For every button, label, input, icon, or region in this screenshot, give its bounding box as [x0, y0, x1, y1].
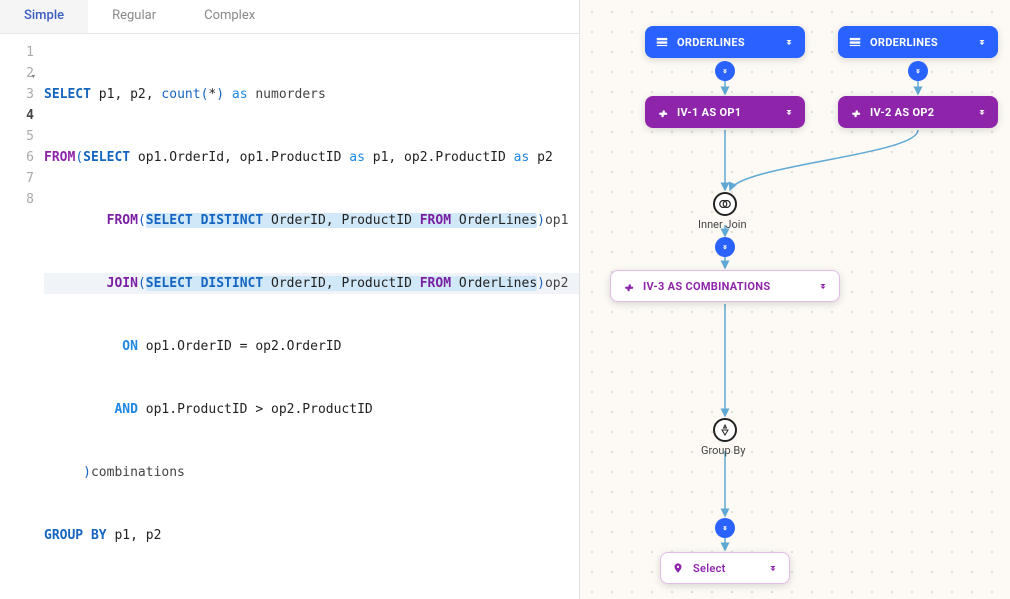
tab-simple[interactable]: Simple	[0, 0, 88, 33]
connector-icon	[715, 61, 735, 81]
node-inner-join[interactable]	[713, 192, 737, 216]
node-iv3[interactable]: IV-3 AS COMBINATIONS	[610, 270, 840, 302]
table-icon	[848, 35, 862, 49]
node-label: Inner Join	[698, 218, 747, 231]
chevron-down-icon[interactable]	[783, 36, 795, 48]
connector-icon	[715, 237, 735, 257]
node-label: IV-2 AS OP2	[870, 106, 934, 119]
connector-icon	[715, 518, 735, 538]
chevron-down-icon[interactable]	[783, 106, 795, 118]
select-icon	[671, 561, 685, 575]
tab-regular[interactable]: Regular	[88, 0, 180, 33]
code-editor[interactable]: 1 2▾ 3 4 5 6 7 8 SELECT p1, p2, count(*)…	[0, 34, 579, 599]
connector-icon	[908, 61, 928, 81]
chevron-down-icon[interactable]	[767, 562, 779, 574]
node-label: Group By	[701, 444, 745, 457]
node-label: IV-3 AS COMBINATIONS	[643, 280, 770, 293]
node-label: ORDERLINES	[677, 36, 745, 49]
puzzle-icon	[621, 279, 635, 293]
puzzle-icon	[848, 105, 862, 119]
node-iv2[interactable]: IV-2 AS OP2	[838, 96, 998, 128]
code-lines[interactable]: SELECT p1, p2, count(*) as numorders FRO…	[44, 42, 579, 599]
node-orderlines-2[interactable]: ORDERLINES	[838, 26, 998, 58]
node-label: ORDERLINES	[870, 36, 938, 49]
node-iv1[interactable]: IV-1 AS OP1	[645, 96, 805, 128]
join-icon	[718, 197, 732, 211]
chevron-down-icon[interactable]	[817, 280, 829, 292]
group-icon	[719, 424, 731, 436]
node-label: IV-1 AS OP1	[677, 106, 741, 119]
tab-complex[interactable]: Complex	[180, 0, 279, 33]
line-gutter: 1 2▾ 3 4 5 6 7 8	[0, 42, 44, 599]
diagram-panel[interactable]: ORDERLINES ORDERLINES IV-1 AS OP1 IV-2 A…	[580, 0, 1010, 599]
chevron-down-icon[interactable]	[976, 106, 988, 118]
node-group-by[interactable]	[713, 418, 737, 442]
tabs: Simple Regular Complex	[0, 0, 579, 34]
puzzle-icon	[655, 105, 669, 119]
node-orderlines-1[interactable]: ORDERLINES	[645, 26, 805, 58]
node-select[interactable]: Select	[660, 552, 790, 584]
chevron-down-icon[interactable]	[976, 36, 988, 48]
table-icon	[655, 35, 669, 49]
code-panel: Simple Regular Complex 1 2▾ 3 4 5 6 7 8 …	[0, 0, 580, 599]
node-label: Select	[693, 562, 726, 575]
